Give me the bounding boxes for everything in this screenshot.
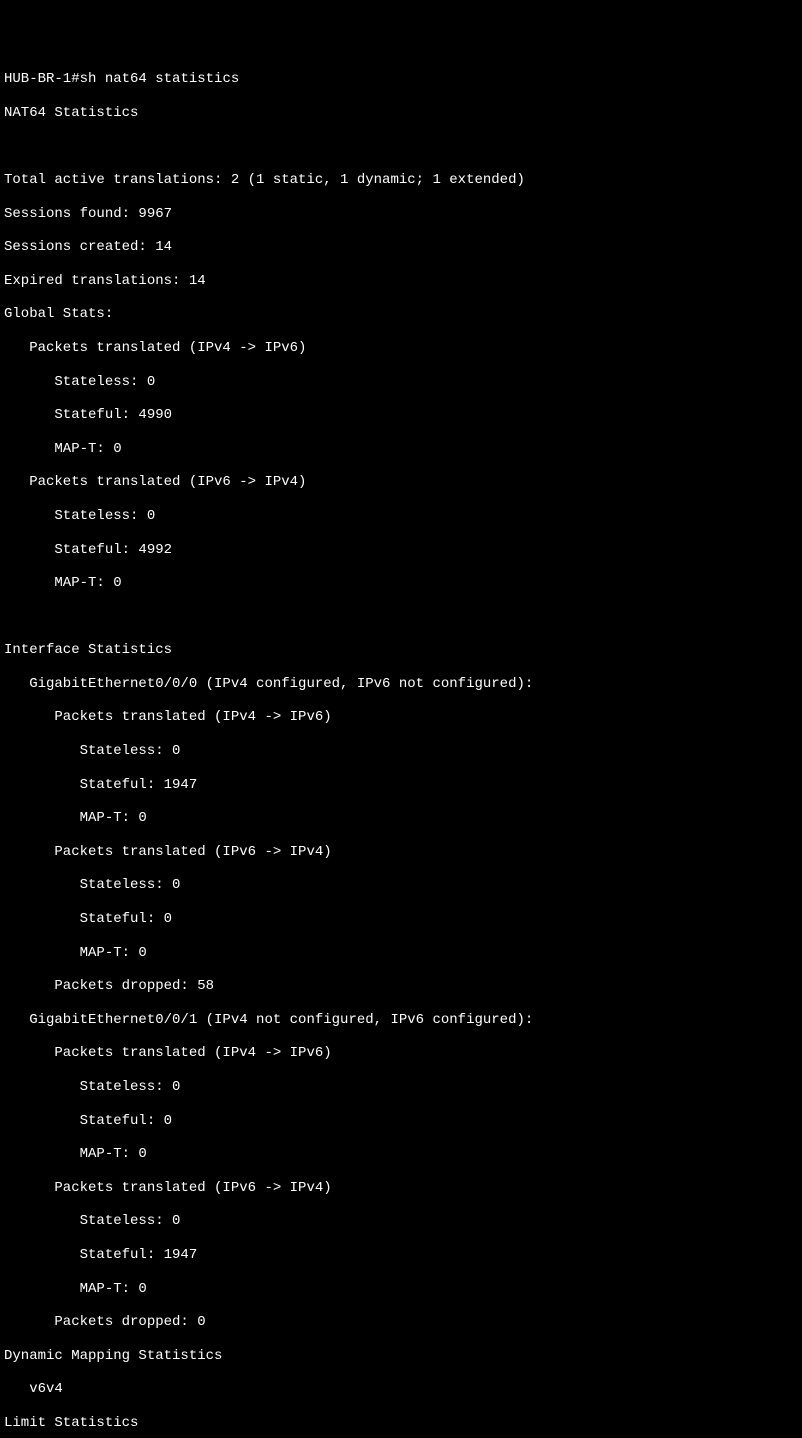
iface1-dropped: Packets dropped: 0 (4, 1314, 798, 1331)
iface0-v6v4-header: Packets translated (IPv6 -> IPv4) (4, 844, 798, 861)
iface0-v4v6-header: Packets translated (IPv4 -> IPv6) (4, 709, 798, 726)
dynamic-mapping-v6v4: v6v4 (4, 1381, 798, 1398)
sessions-created: Sessions created: 14 (4, 239, 798, 256)
iface1-v4v6-header: Packets translated (IPv4 -> IPv6) (4, 1045, 798, 1062)
global-v4v6-stateless: Stateless: 0 (4, 374, 798, 391)
global-v6v4-header: Packets translated (IPv6 -> IPv4) (4, 474, 798, 491)
iface0-v4v6-stateful: Stateful: 1947 (4, 777, 798, 794)
iface1-v4v6-stateful: Stateful: 0 (4, 1113, 798, 1130)
sessions-found: Sessions found: 9967 (4, 206, 798, 223)
global-v4v6-mapt: MAP-T: 0 (4, 441, 798, 458)
prompt: HUB-BR-1# (4, 71, 80, 87)
global-v4v6-stateful: Stateful: 4990 (4, 407, 798, 424)
output-title: NAT64 Statistics (4, 105, 798, 122)
active-translations: Total active translations: 2 (1 static, … (4, 172, 798, 189)
iface1-v4v6-mapt: MAP-T: 0 (4, 1146, 798, 1163)
iface0-v6v4-mapt: MAP-T: 0 (4, 945, 798, 962)
iface1-v6v4-stateless: Stateless: 0 (4, 1213, 798, 1230)
iface0-dropped: Packets dropped: 58 (4, 978, 798, 995)
limit-stats-header: Limit Statistics (4, 1415, 798, 1432)
iface1-v6v4-header: Packets translated (IPv6 -> IPv4) (4, 1180, 798, 1197)
iface1-header: GigabitEthernet0/0/1 (IPv4 not configure… (4, 1012, 798, 1029)
iface0-header: GigabitEthernet0/0/0 (IPv4 configured, I… (4, 676, 798, 693)
iface0-v4v6-stateless: Stateless: 0 (4, 743, 798, 760)
iface0-v4v6-mapt: MAP-T: 0 (4, 810, 798, 827)
global-v6v4-mapt: MAP-T: 0 (4, 575, 798, 592)
expired-translations: Expired translations: 14 (4, 273, 798, 290)
interface-stats-header: Interface Statistics (4, 642, 798, 659)
iface0-v6v4-stateless: Stateless: 0 (4, 877, 798, 894)
blank-line (4, 609, 798, 626)
dynamic-mapping-header: Dynamic Mapping Statistics (4, 1348, 798, 1365)
global-v6v4-stateful: Stateful: 4992 (4, 542, 798, 559)
iface1-v4v6-stateless: Stateless: 0 (4, 1079, 798, 1096)
global-v4v6-header: Packets translated (IPv4 -> IPv6) (4, 340, 798, 357)
command-line[interactable]: HUB-BR-1#sh nat64 statistics (4, 71, 798, 88)
command-text: sh nat64 statistics (80, 71, 240, 87)
global-v6v4-stateless: Stateless: 0 (4, 508, 798, 525)
iface1-v6v4-mapt: MAP-T: 0 (4, 1281, 798, 1298)
blank-line (4, 138, 798, 155)
global-stats-header: Global Stats: (4, 306, 798, 323)
iface1-v6v4-stateful: Stateful: 1947 (4, 1247, 798, 1264)
iface0-v6v4-stateful: Stateful: 0 (4, 911, 798, 928)
